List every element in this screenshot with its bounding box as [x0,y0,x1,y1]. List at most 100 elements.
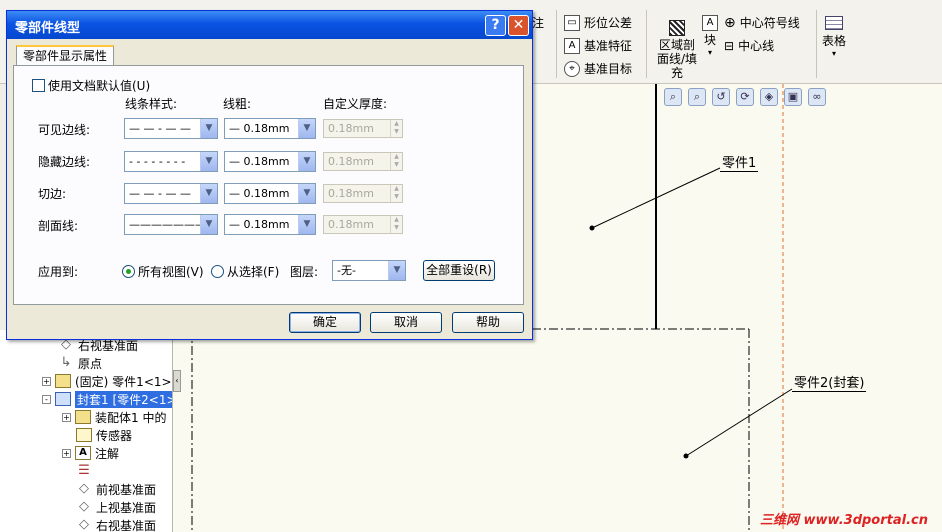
layer-select[interactable]: -无- ▼ [332,260,406,281]
sensor-icon [76,428,92,442]
chevron-down-icon: ▼ [200,215,217,234]
part2-label: 零件2(封套) [792,372,867,392]
watermark: 三维网 www.3dportal.cn [759,513,928,528]
spinner-icon: ▲ ▼ [390,185,402,202]
centerline-icon: ⊟ [724,38,735,53]
chevron-down-icon: ▼ [298,119,315,138]
tangent-edges-thickness-input: 0.18mm ▲ ▼ [323,184,403,203]
row-label-hidden-edges: 隐藏边线: [38,155,91,169]
plane-icon: ◇ [79,499,89,514]
hatch-thickness-input: 0.18mm ▲ ▼ [323,215,403,234]
component-line-font-dialog: 零部件线型 ? ✕ 零部件显示属性 使用文档默认值(U) 线条样式: 线粗: 自… [6,10,533,340]
ribbon-partial-label: 注 [532,16,545,30]
expand-icon[interactable]: + [62,448,71,458]
hidden-edges-weight-select[interactable]: — 0.18mm ▼ [224,151,316,172]
all-views-radio[interactable]: 所有视图(V) [122,263,204,280]
3d-view-icon[interactable]: ◈ [760,88,778,106]
part1-label: 零件1 [720,152,759,172]
tree-item[interactable]: ◇ 上视基准面 [76,498,156,516]
column-header-line-style: 线条样式: [125,97,178,111]
list-icon: ☰ [78,463,90,478]
zoom-to-fit-icon[interactable]: ⌕ [664,88,682,106]
reset-all-button[interactable]: 全部重设(R) [423,260,495,281]
tree-item[interactable]: ◇ 前视基准面 [76,480,156,498]
ok-button[interactable]: 确定 [289,312,361,333]
tab-panel: 使用文档默认值(U) 线条样式: 线粗: 自定义厚度: 可见边线: — — - … [13,65,524,305]
geometric-tolerance-icon: ▭ [564,14,580,31]
tree-item[interactable]: ◇ 右视基准面 [76,516,156,532]
datum-target-icon: ⌖ [564,60,580,77]
checkbox-box[interactable] [32,79,45,92]
origin-icon: ↳ [60,355,72,370]
ribbon-separator [646,10,647,78]
apply-to-label: 应用到: [38,265,79,279]
cancel-button[interactable]: 取消 [370,312,442,333]
centerline-button[interactable]: ⊟ 中心线 [724,37,774,54]
heads-up-view-toolbar: ⌕ ⌕ ↺ ⟳ ◈ ▣ ∞ [664,86,826,108]
spinner-icon: ▲ ▼ [390,153,402,170]
use-doc-defaults-checkbox[interactable]: 使用文档默认值(U) [32,77,150,94]
tree-item[interactable]: + A 注解 [62,444,119,462]
row-label-visible-edges: 可见边线: [38,123,91,137]
expand-icon[interactable]: + [62,412,71,422]
geometric-tolerance-button[interactable]: ▭ 形位公差 [564,14,632,31]
hidden-edges-style-select[interactable]: - - - - - - - - ▼ [124,151,218,172]
chevron-down-icon: ▼ [200,152,217,171]
row-label-hatch: 剖面线: [38,219,79,233]
area-hatch-button[interactable]: 区域剖面线/填充 [654,20,700,80]
layer-label: 图层: [290,265,319,279]
block-button[interactable]: A 块 ▾ [702,14,718,57]
chevron-down-icon: ▼ [298,184,315,203]
collapse-icon[interactable]: - [42,394,51,404]
chevron-down-icon: ▾ [832,49,837,58]
tab-component-display-properties[interactable]: 零部件显示属性 [16,45,114,66]
envelope-icon [55,392,71,406]
chevron-down-icon: ▼ [200,119,217,138]
datum-feature-button[interactable]: A 基准特征 [564,37,632,54]
table-icon [825,16,843,30]
column-header-line-weight: 线粗: [223,97,252,111]
radio-circle[interactable] [211,265,224,278]
rebuild-icon[interactable]: ⟳ [736,88,754,106]
ribbon-separator [556,10,557,78]
visible-edges-style-select[interactable]: — — - — — ▼ [124,118,218,139]
visible-edges-thickness-input: 0.18mm ▲ ▼ [323,119,403,138]
assembly-icon [75,410,91,424]
display-style-icon[interactable]: ▣ [784,88,802,106]
previous-view-icon[interactable]: ↺ [712,88,730,106]
datum-feature-icon: A [564,37,580,54]
hidden-edges-thickness-input: 0.18mm ▲ ▼ [323,152,403,171]
row-label-tangent-edges: 切边: [38,187,67,201]
tree-item[interactable]: + (固定) 零件1<1> [42,372,172,390]
help-icon[interactable]: ? [485,15,506,36]
area-hatch-icon [669,20,685,36]
tangent-edges-style-select[interactable]: — — - — — ▼ [124,183,218,204]
center-mark-icon: ⊕ [724,14,736,31]
tree-item[interactable]: + 装配体1 中的 [62,408,166,426]
zoom-area-icon[interactable]: ⌕ [688,88,706,106]
chevron-down-icon: ▾ [707,48,712,57]
close-icon[interactable]: ✕ [508,15,529,36]
from-selection-radio[interactable]: 从选择(F) [211,263,279,280]
hide-show-icon[interactable]: ∞ [808,88,826,106]
tree-item[interactable]: ☰ [76,462,96,480]
datum-target-button[interactable]: ⌖ 基准目标 [564,60,632,77]
visible-edges-weight-select[interactable]: — 0.18mm ▼ [224,118,316,139]
spinner-icon: ▲ ▼ [390,216,402,233]
help-button[interactable]: 帮助 [452,312,524,333]
spinner-icon: ▲ ▼ [390,120,402,137]
hatch-style-select[interactable]: ———————— ▼ [124,214,218,235]
table-button[interactable]: 表格 ▾ [822,16,846,58]
plane-icon: ◇ [79,517,89,532]
radio-circle[interactable] [122,265,135,278]
tangent-edges-weight-select[interactable]: — 0.18mm ▼ [224,183,316,204]
center-mark-button[interactable]: ⊕ 中心符号线 [724,14,800,31]
chevron-down-icon: ▼ [388,261,405,280]
dialog-titlebar[interactable]: 零部件线型 ? ✕ [7,11,532,39]
hatch-weight-select[interactable]: — 0.18mm ▼ [224,214,316,235]
expand-icon[interactable]: + [42,376,51,386]
tree-item[interactable]: 传感器 [76,426,132,444]
feature-manager-tree: ◇ 右视基准面 ↳ 原点 + (固定) 零件1<1> - 封套1 [零件2<1>… [0,330,173,532]
tree-item[interactable]: - 封套1 [零件2<1> [42,390,172,408]
tree-item[interactable]: ↳ 原点 [58,354,102,372]
